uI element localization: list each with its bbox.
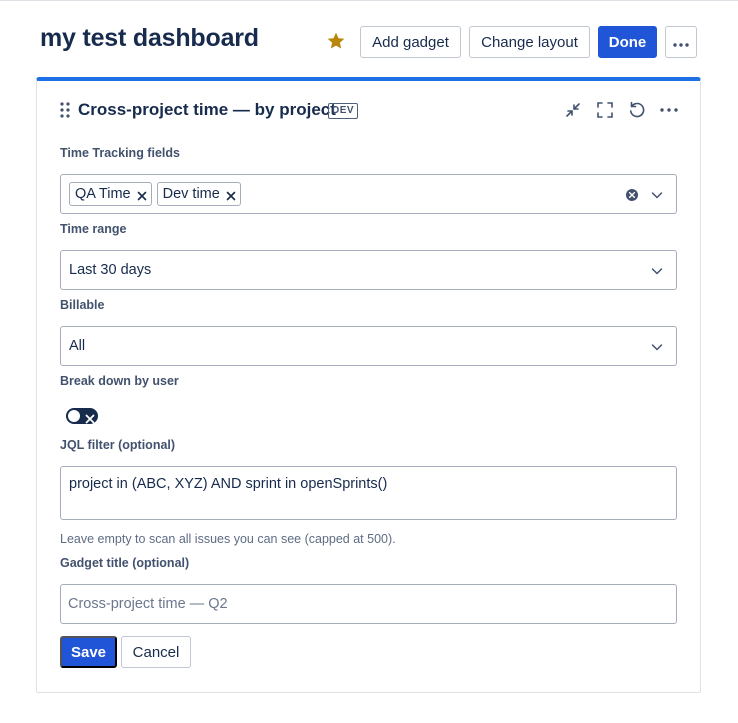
time-tracking-label: Time Tracking fields (60, 146, 180, 160)
billable-label: Billable (60, 298, 105, 312)
time-range-label: Time range (60, 222, 127, 236)
top-divider (0, 0, 738, 1)
fullscreen-icon[interactable] (595, 100, 615, 120)
jql-label: JQL filter (optional) (60, 438, 176, 452)
remove-tag-icon[interactable] (226, 189, 236, 201)
remove-tag-icon[interactable] (137, 189, 147, 201)
time-range-select[interactable]: Last 30 days (60, 250, 677, 290)
change-layout-button[interactable]: Change layout (469, 26, 590, 58)
tag-dev-time: Dev time (156, 182, 241, 206)
tag-label: QA Time (75, 186, 131, 202)
jql-helper-text: Leave empty to scan all issues you can s… (60, 532, 396, 546)
gadget-title-label: Gadget title (optional) (60, 556, 190, 570)
done-button[interactable]: Done (598, 26, 657, 58)
drag-handle-icon[interactable] (60, 102, 70, 118)
refresh-icon[interactable] (627, 100, 647, 120)
dev-badge: DEV (328, 103, 359, 119)
toggle-knob (68, 410, 80, 422)
billable-value: All (69, 338, 86, 354)
minimize-icon[interactable] (563, 100, 583, 120)
dashboard-more-button[interactable] (665, 26, 697, 58)
chevron-down-icon (650, 264, 664, 278)
save-button[interactable]: Save (60, 636, 117, 668)
tag-qa-time: QA Time (69, 182, 152, 206)
star-icon[interactable] (326, 31, 346, 51)
time-range-value: Last 30 days (69, 262, 152, 278)
gadget-title-input[interactable]: Cross-project time — Q2 (60, 584, 677, 624)
clear-icon[interactable] (625, 188, 639, 202)
tag-label: Dev time (162, 186, 220, 202)
breakdown-toggle[interactable] (66, 408, 98, 424)
chevron-down-icon (650, 188, 664, 202)
chevron-down-icon (650, 340, 664, 354)
breakdown-label: Break down by user (60, 374, 179, 388)
jql-textarea[interactable]: project in (ABC, XYZ) AND sprint in open… (60, 466, 677, 520)
add-gadget-button[interactable]: Add gadget (360, 26, 461, 58)
more-horizontal-icon (673, 34, 689, 51)
billable-select[interactable]: All (60, 326, 677, 366)
more-horizontal-icon[interactable] (659, 100, 679, 120)
gadget-title: Cross-project time — by project (78, 100, 336, 119)
time-tracking-select[interactable]: QA Time Dev time (60, 174, 677, 214)
close-icon (85, 411, 95, 424)
cancel-button[interactable]: Cancel (121, 636, 191, 668)
dashboard-title: my test dashboard (40, 24, 259, 52)
